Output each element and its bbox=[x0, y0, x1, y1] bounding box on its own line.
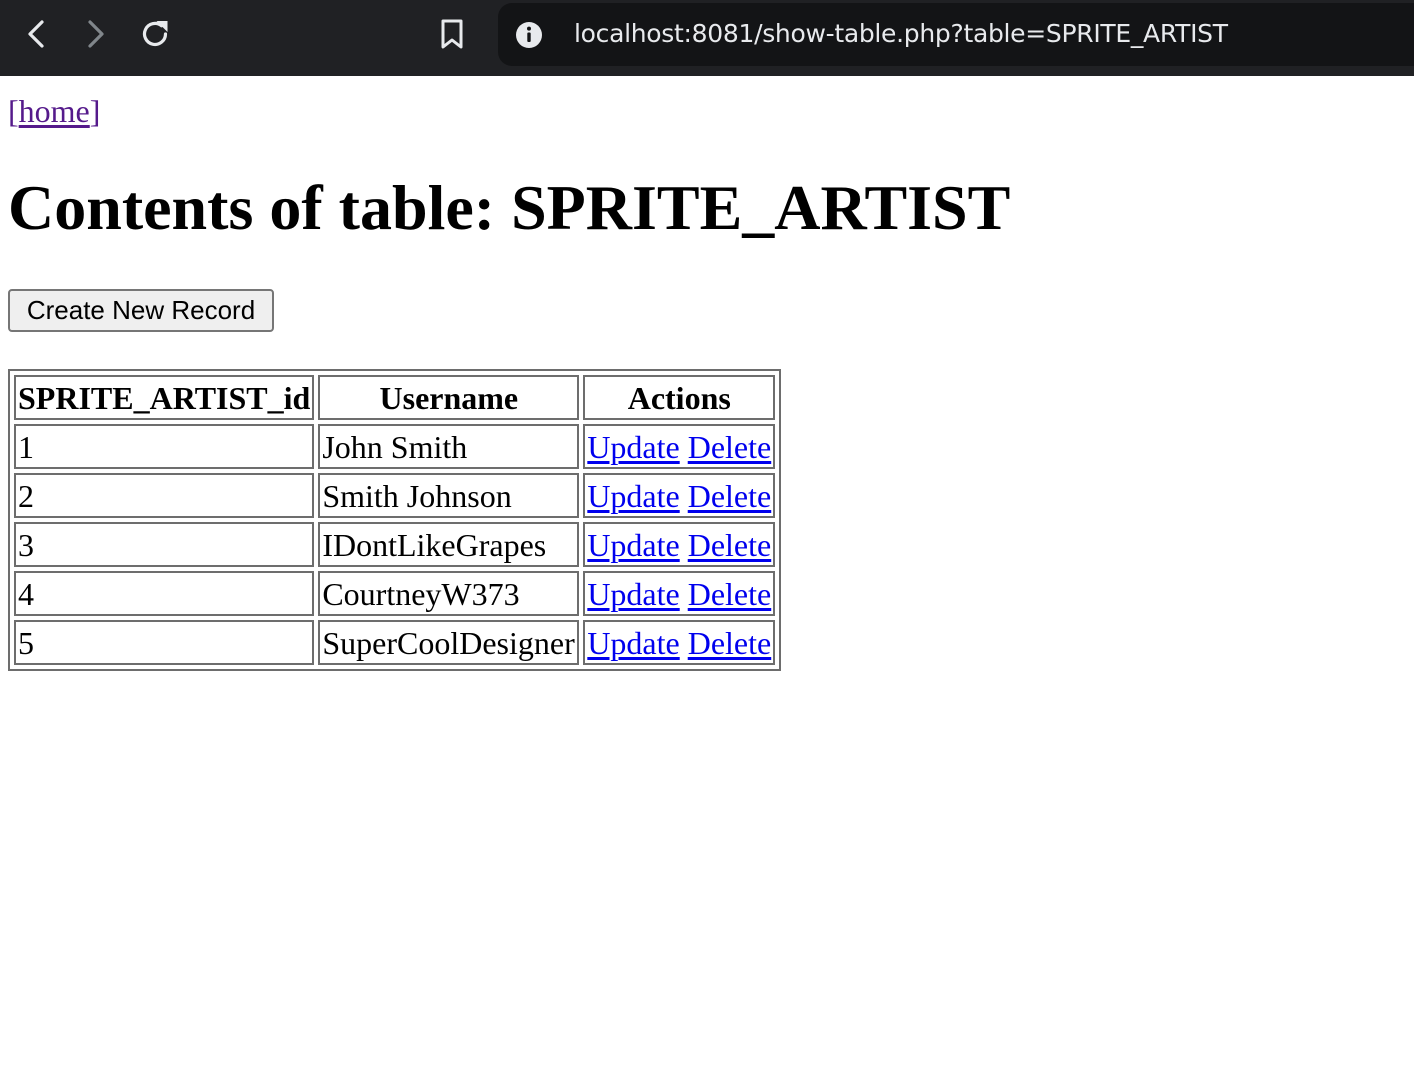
update-link[interactable]: Update bbox=[587, 625, 679, 661]
address-bar[interactable]: localhost:8081/show-table.php?table=SPRI… bbox=[498, 3, 1414, 66]
bookmark-button[interactable] bbox=[428, 10, 476, 58]
cell-username: John Smith bbox=[318, 424, 580, 469]
table-row: 2 Smith Johnson Update Delete bbox=[14, 473, 776, 518]
cell-actions: Update Delete bbox=[583, 571, 776, 616]
site-info-button[interactable] bbox=[512, 18, 546, 52]
reload-button[interactable] bbox=[131, 10, 179, 58]
site-info-icon bbox=[516, 22, 542, 48]
delete-link[interactable]: Delete bbox=[688, 429, 772, 465]
back-arrow-icon bbox=[28, 20, 44, 48]
table-row: 4 CourtneyW373 Update Delete bbox=[14, 571, 776, 616]
cell-id: 2 bbox=[14, 473, 315, 518]
cell-username: Smith Johnson bbox=[318, 473, 580, 518]
delete-link[interactable]: Delete bbox=[688, 527, 772, 563]
page-content: [home] Contents of table: SPRITE_ARTIST … bbox=[0, 76, 1414, 1076]
update-link[interactable]: Update bbox=[587, 576, 679, 612]
delete-link[interactable]: Delete bbox=[688, 625, 772, 661]
url-text[interactable]: localhost:8081/show-table.php?table=SPRI… bbox=[574, 17, 1228, 51]
close-bracket: ] bbox=[89, 93, 101, 129]
browser-toolbar: localhost:8081/show-table.php?table=SPRI… bbox=[0, 0, 1414, 76]
table-row: 5 SuperCoolDesigner Update Delete bbox=[14, 620, 776, 665]
delete-link[interactable]: Delete bbox=[688, 478, 772, 514]
update-link[interactable]: Update bbox=[587, 527, 679, 563]
column-header-actions: Actions bbox=[583, 375, 776, 420]
forward-arrow-icon bbox=[88, 20, 104, 48]
forward-button[interactable] bbox=[72, 10, 120, 58]
back-button[interactable] bbox=[12, 10, 60, 58]
cell-actions: Update Delete bbox=[583, 620, 776, 665]
open-bracket: [ bbox=[8, 93, 19, 129]
cell-actions: Update Delete bbox=[583, 522, 776, 567]
table-row: 1 John Smith Update Delete bbox=[14, 424, 776, 469]
bookmark-icon bbox=[441, 19, 463, 49]
create-new-record-button[interactable]: Create New Record bbox=[8, 289, 274, 332]
cell-username: IDontLikeGrapes bbox=[318, 522, 580, 567]
update-link[interactable]: Update bbox=[587, 478, 679, 514]
update-link[interactable]: Update bbox=[587, 429, 679, 465]
cell-actions: Update Delete bbox=[583, 424, 776, 469]
home-nav: [home] bbox=[8, 92, 100, 130]
cell-id: 1 bbox=[14, 424, 315, 469]
cell-username: CourtneyW373 bbox=[318, 571, 580, 616]
column-header-username: Username bbox=[318, 375, 580, 420]
cell-id: 5 bbox=[14, 620, 315, 665]
delete-link[interactable]: Delete bbox=[688, 576, 772, 612]
cell-id: 3 bbox=[14, 522, 315, 567]
column-header-id: SPRITE_ARTIST_id bbox=[14, 375, 315, 420]
page-title: Contents of table: SPRITE_ARTIST bbox=[8, 172, 1011, 243]
table-row: 3 IDontLikeGrapes Update Delete bbox=[14, 522, 776, 567]
home-link[interactable]: home bbox=[19, 93, 90, 129]
cell-actions: Update Delete bbox=[583, 473, 776, 518]
records-table: SPRITE_ARTIST_id Username Actions 1 John… bbox=[8, 369, 782, 671]
cell-username: SuperCoolDesigner bbox=[318, 620, 580, 665]
reload-icon bbox=[142, 21, 168, 47]
table-header-row: SPRITE_ARTIST_id Username Actions bbox=[14, 375, 776, 420]
cell-id: 4 bbox=[14, 571, 315, 616]
